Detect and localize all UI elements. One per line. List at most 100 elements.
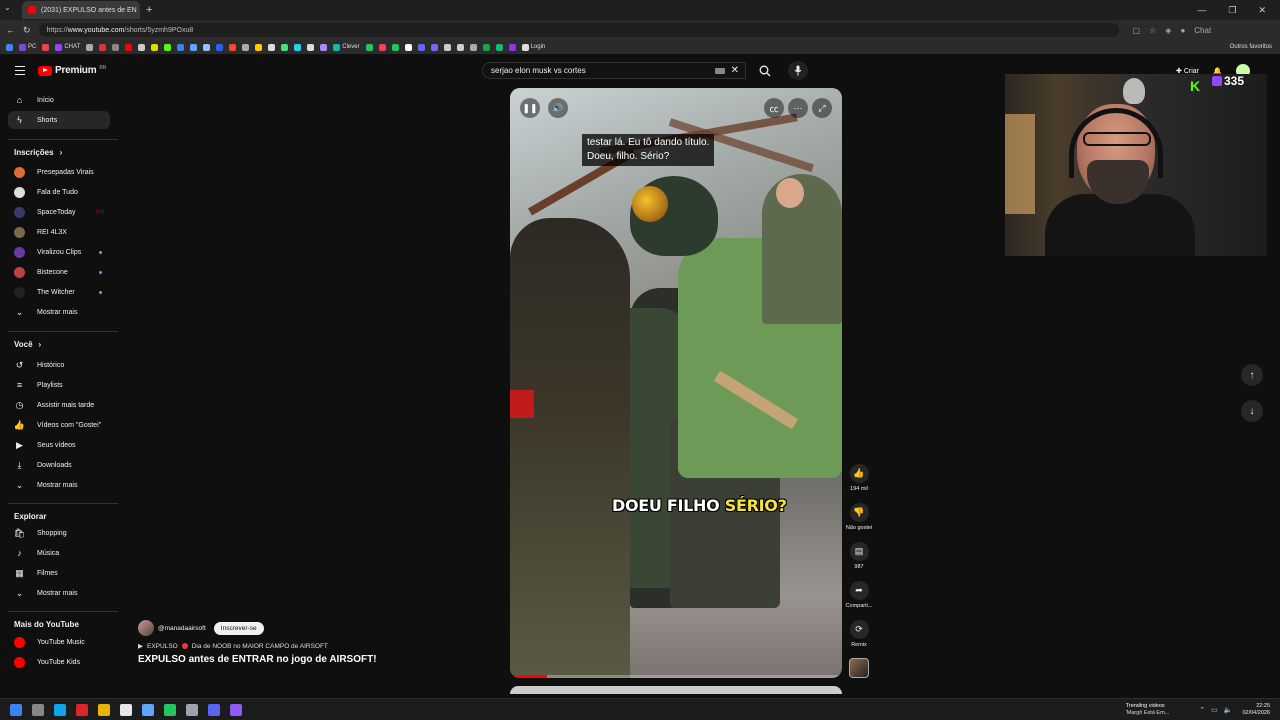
previous-short-button[interactable]: ↑ [1241,364,1263,386]
bookmark-item[interactable] [86,43,94,51]
minimize-button[interactable]: — [1197,5,1206,16]
video-progress-bar[interactable] [510,675,842,678]
bookmark-item[interactable] [112,43,120,51]
bookmark-item[interactable] [482,43,490,51]
bookmark-item[interactable] [378,43,386,51]
keyboard-icon[interactable] [714,67,725,74]
bookmark-item[interactable] [99,43,107,51]
back-icon[interactable]: ← [6,25,15,35]
tab-search-icon[interactable]: ⌄ [4,3,11,12]
xbox-icon[interactable] [164,703,176,716]
playlist-link[interactable]: ▶ EXPULSO Dia de NOOB no MAIOR CAMPO de … [138,642,498,651]
sidebar-item-subscription[interactable]: Bistecone [8,263,110,281]
sidebar-item-you[interactable]: ↺ Histórico [8,356,110,374]
clock[interactable]: 22:25 02/04/2026 [1242,703,1280,717]
edge-icon[interactable] [54,703,66,716]
section-more-youtube[interactable]: Mais do YouTube [14,620,79,629]
maximize-button[interactable]: ❐ [1228,5,1236,16]
bookmark-item[interactable] [164,43,172,51]
steam-icon[interactable] [142,703,154,716]
search-button[interactable] [752,62,778,79]
subscribe-button[interactable]: Inscrever-se [213,621,264,635]
section-explore[interactable]: Explorar [14,512,46,521]
channel-avatar[interactable] [138,620,154,636]
next-short-button[interactable]: ↓ [1241,400,1263,422]
pause-button[interactable]: ❚❚ [520,98,540,118]
bookmark-item[interactable] [177,43,185,51]
bookmark-item[interactable] [125,43,133,51]
bookmark-item[interactable] [495,43,503,51]
sidebar-item-subscription[interactable]: SpaceToday ((•)) [8,203,110,221]
bookmark-item[interactable] [242,43,250,51]
bookmark-item[interactable] [255,43,263,51]
shorts-player[interactable]: ❚❚ 🔊 ㏄ ⋯ ⤢ testar lá. Eu tô dando título… [510,88,842,678]
sidebar-item-explore[interactable]: ♪ Música [8,544,110,562]
bookmark-item[interactable] [203,43,211,51]
bookmark-item[interactable] [320,43,328,51]
volume-tray-icon[interactable]: 🔈 [1224,706,1233,714]
url-field[interactable]: https://www.youtube.com/shorts/5yzmh9POx… [38,23,1119,37]
clear-search-icon[interactable]: ✕ [731,65,739,76]
bookmark-item[interactable] [294,43,302,51]
sidebar-item-explore[interactable]: 🛍 Shopping [8,524,110,542]
chat-extension-button[interactable]: Chat [1194,26,1211,35]
sidebar-item-home[interactable]: ⌂ Início [8,91,110,109]
profile-icon[interactable]: ● [1180,26,1185,35]
close-window-button[interactable]: ✕ [1258,5,1266,16]
bookmark-item[interactable] [216,43,224,51]
volume-button[interactable]: 🔊 [548,98,568,118]
bookmark-item[interactable] [469,43,477,51]
sidebar-item-you[interactable]: 👍 Vídeos com "Gostei" [8,416,110,434]
discord-icon[interactable] [208,703,220,716]
sidebar-item-subscription[interactable]: The Witcher [8,283,110,301]
sidebar-item-shorts[interactable]: ϟ Shorts [8,111,110,129]
comments-button[interactable]: ▤ [849,542,869,561]
sidebar-show-more[interactable]: ⌄ Mostrar mais [8,584,110,602]
bookmark-item[interactable] [6,43,13,51]
dislike-button[interactable]: 👎 [849,503,869,522]
sidebar-item-explore[interactable]: ▦ Filmes [8,564,110,582]
file-explorer-icon[interactable] [98,703,110,716]
sidebar-item-you[interactable]: ◷ Assistir mais tarde [8,396,110,414]
sidebar-show-more[interactable]: ⌄ Mostrar mais [8,303,110,321]
store-icon[interactable] [120,703,132,716]
obs-icon[interactable] [76,703,88,716]
bookmark-item[interactable]: PC [19,43,36,51]
bookmark-item[interactable] [508,43,516,51]
bookmark-item[interactable] [391,43,399,51]
fullscreen-button[interactable]: ⤢ [812,98,832,118]
bookmark-item[interactable] [151,43,159,51]
bookmark-item[interactable] [42,43,50,51]
bookmark-item[interactable] [307,43,315,51]
bookmark-item[interactable] [268,43,276,51]
channel-handle[interactable]: @manadaairsoft [158,625,206,632]
task-view-icon[interactable] [32,703,44,716]
bookmark-item[interactable] [456,43,464,51]
youtube-premium-logo[interactable]: Premium BR [38,65,106,76]
extensions-puzzle-icon[interactable]: ◈ [1165,26,1171,35]
app-icon[interactable] [230,703,242,716]
sidebar-show-more[interactable]: ⌄ Mostrar mais [8,476,110,494]
bookmark-item[interactable] [417,43,425,51]
bookmark-item[interactable] [443,43,451,51]
more-options-button[interactable]: ⋯ [788,98,808,118]
bookmark-item[interactable] [404,43,412,51]
section-subscriptions[interactable]: Inscrições › [14,148,62,157]
sidebar-item-you[interactable]: ▶ Seus vídeos [8,436,110,454]
bookmark-item[interactable] [281,43,289,51]
other-bookmarks-folder[interactable]: Outros favoritos [1230,44,1280,50]
bookmark-item[interactable] [430,43,438,51]
news-widget[interactable]: Trending videos 'Margô Está Em... [1126,703,1170,717]
sidebar-item-subscription[interactable]: Viralizou Clips [8,243,110,261]
sidebar-item-more[interactable]: YouTube Music [8,633,110,651]
bookmark-item[interactable]: CHAT [55,43,80,51]
sidebar-item-subscription[interactable]: REI 4L3X [8,223,110,241]
remix-button[interactable]: ⟳ [849,620,869,639]
voice-search-button[interactable] [788,61,808,80]
sidebar-item-you[interactable]: ⤓ Downloads [8,456,110,474]
search-input[interactable]: serjao elon musk vs cortes ✕ [482,62,746,79]
bookmark-star-icon[interactable]: ☆ [1149,26,1156,35]
bookmark-item[interactable] [190,43,198,51]
hamburger-menu-icon[interactable] [15,66,25,75]
section-you[interactable]: Você › [14,340,41,349]
